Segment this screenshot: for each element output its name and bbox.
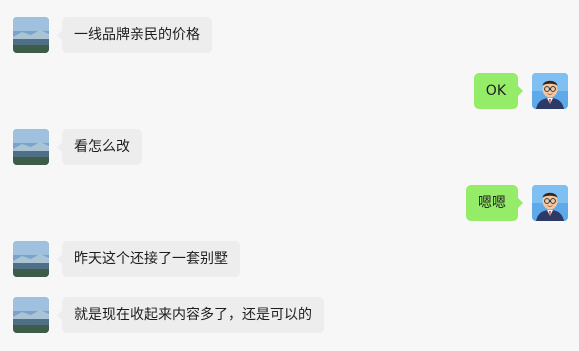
man-with-glasses-avatar-icon[interactable] — [532, 73, 568, 109]
landscape-avatar-icon[interactable] — [13, 129, 49, 165]
message-bubble[interactable]: 昨天这个还接了一套别墅 — [57, 241, 240, 277]
man-with-glasses-avatar-icon[interactable] — [532, 185, 568, 221]
message-bubble[interactable]: 嗯嗯 — [466, 185, 523, 221]
landscape-avatar-icon[interactable] — [13, 17, 49, 53]
message-bubble[interactable]: 一线品牌亲民的价格 — [57, 17, 212, 53]
message-bubble[interactable]: OK — [473, 73, 524, 109]
message-bubble[interactable]: 看怎么改 — [57, 129, 142, 165]
landscape-avatar-icon[interactable] — [13, 241, 49, 277]
chat-message-list: 一线品牌亲民的价格 OK 看怎么改 嗯嗯 昨天这个还接了一套别墅 就是现在收起来… — [0, 0, 579, 351]
landscape-avatar-icon[interactable] — [13, 297, 49, 333]
message-bubble[interactable]: 就是现在收起来内容多了，还是可以的 — [57, 297, 324, 333]
